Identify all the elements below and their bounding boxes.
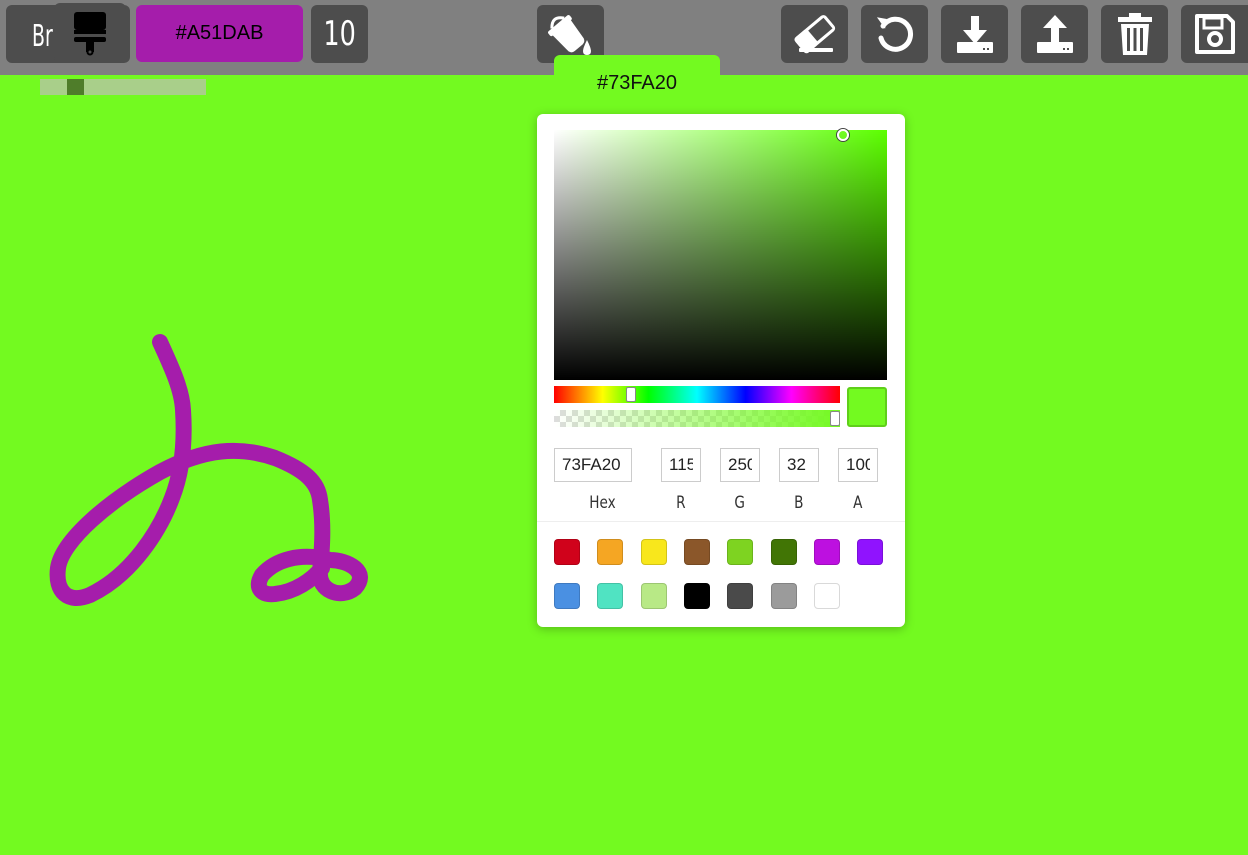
color-picker-popover: Hex R G B A	[537, 114, 905, 627]
preset-swatch[interactable]	[597, 583, 624, 609]
brush-size-display[interactable]: 10	[311, 5, 368, 63]
preset-swatch[interactable]	[813, 539, 840, 565]
download-button[interactable]	[941, 5, 1008, 63]
undo-icon	[876, 16, 913, 52]
green-label: G	[734, 493, 746, 513]
alpha-slider-thumb[interactable]	[830, 411, 840, 426]
download-icon	[956, 16, 993, 53]
brush-tool-button[interactable]: Br	[6, 3, 130, 63]
green-input[interactable]	[720, 448, 760, 482]
save-button[interactable]	[1181, 5, 1248, 63]
blue-label: B	[794, 493, 804, 513]
brush-size-value: 10	[323, 14, 356, 54]
preset-swatch[interactable]	[554, 539, 580, 565]
bucket-color-label: #73FA20	[596, 72, 678, 94]
color-preview-swatch	[847, 387, 887, 427]
red-label: R	[676, 493, 686, 513]
eraser-button[interactable]	[781, 5, 848, 63]
preset-swatch[interactable]	[857, 539, 884, 565]
preset-swatch[interactable]	[554, 583, 580, 609]
clear-canvas-button[interactable]	[1101, 5, 1168, 63]
red-input[interactable]	[661, 448, 701, 482]
preset-swatch[interactable]	[640, 583, 667, 609]
preset-swatch[interactable]	[683, 583, 710, 609]
saturation-value-cursor[interactable]	[837, 129, 849, 141]
undo-button[interactable]	[861, 5, 928, 63]
brush-tool-label: Br	[32, 19, 53, 54]
preset-swatch[interactable]	[683, 539, 710, 565]
saturation-value-area[interactable]	[554, 129, 887, 380]
upload-icon	[1036, 15, 1073, 53]
preset-swatch[interactable]	[727, 539, 754, 565]
fill-bucket-icon	[547, 15, 591, 55]
hex-label: Hex	[589, 493, 617, 513]
hue-slider[interactable]	[554, 386, 840, 403]
preset-swatch[interactable]	[640, 539, 667, 565]
trash-icon	[1117, 13, 1152, 55]
preset-swatch[interactable]	[813, 583, 840, 609]
alpha-label: A	[853, 493, 863, 513]
paint-brush-icon	[54, 3, 126, 63]
hue-slider-thumb[interactable]	[626, 387, 636, 402]
save-icon	[1194, 14, 1235, 54]
preset-swatch[interactable]	[770, 583, 797, 609]
brush-size-slider-thumb[interactable]	[67, 79, 84, 95]
brush-color-button[interactable]: #A51DAB	[136, 5, 303, 62]
upload-button[interactable]	[1021, 5, 1088, 63]
hex-input[interactable]	[554, 448, 632, 482]
preset-swatch[interactable]	[770, 539, 797, 565]
blue-input[interactable]	[779, 448, 819, 482]
bucket-color-tab[interactable]: #73FA20	[554, 55, 720, 113]
preset-swatch[interactable]	[597, 539, 624, 565]
brush-size-slider[interactable]	[40, 79, 206, 95]
eraser-icon	[793, 15, 835, 54]
picker-divider	[537, 521, 905, 522]
brush-stroke	[49, 334, 368, 606]
alpha-input[interactable]	[838, 448, 878, 482]
alpha-slider[interactable]	[554, 410, 840, 427]
preset-swatch[interactable]	[727, 583, 754, 609]
